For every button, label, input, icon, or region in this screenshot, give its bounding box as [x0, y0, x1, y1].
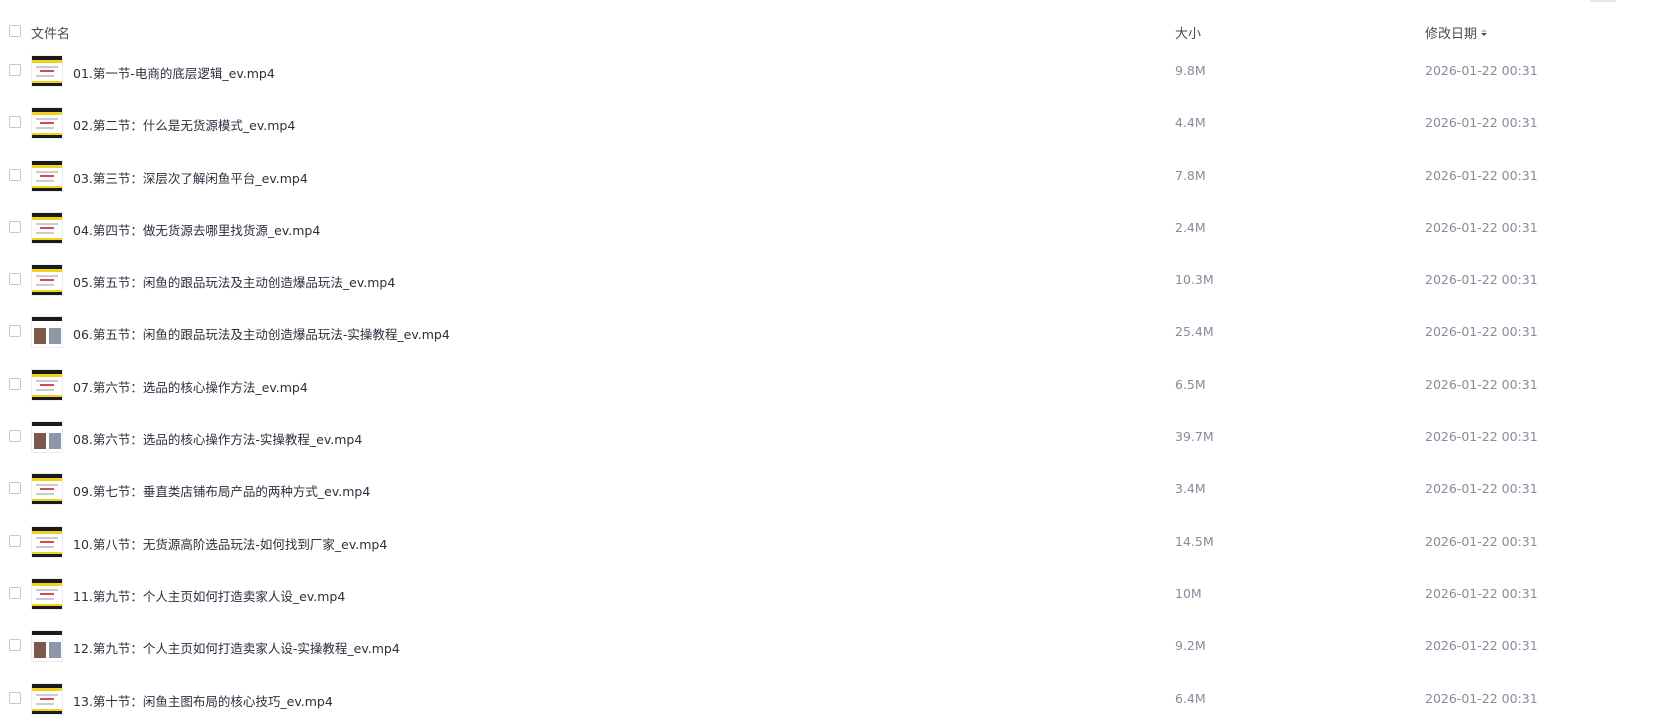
- file-row[interactable]: 03.第三节：深层次了解闲鱼平台_ev.mp4 7.8M 2026-01-22 00…: [0, 151, 1669, 203]
- column-header-name[interactable]: 文件名: [31, 23, 70, 42]
- video-thumbnail-icon[interactable]: [31, 159, 63, 192]
- file-size: 9.8M: [1175, 63, 1206, 78]
- file-row[interactable]: 07.第六节：选品的核心操作方法_ev.mp4 6.5M 2026-01-22 00…: [0, 360, 1669, 412]
- file-modified-date: 2026-01-22 00:31: [1425, 324, 1538, 340]
- file-modified-date: 2026-01-22 00:31: [1425, 638, 1538, 654]
- file-modified-date: 2026-01-22 00:31: [1425, 429, 1538, 445]
- file-size: 7.8M: [1175, 167, 1206, 183]
- scroll-indicator[interactable]: [1590, 0, 1616, 2]
- video-thumbnail-icon[interactable]: [31, 525, 63, 558]
- video-thumbnail-icon[interactable]: [31, 316, 63, 349]
- file-size: 10M: [1175, 585, 1202, 601]
- file-list: 文件名 大小 修改日期 01.第一节-电商的底层逻辑_ev.mp4 9.8M 202…: [0, 0, 1669, 724]
- video-thumbnail-icon[interactable]: [31, 421, 63, 454]
- file-name[interactable]: 12.第九节：个人主页如何打造卖家人设-实操教程_ev.mp4: [73, 638, 400, 657]
- file-modified-date: 2026-01-22 00:31: [1425, 585, 1538, 601]
- file-name[interactable]: 06.第五节：闲鱼的跟品玩法及主动创造爆品玩法-实操教程_ev.mp4: [73, 324, 450, 343]
- file-size: 2.4M: [1175, 219, 1206, 235]
- column-header-date[interactable]: 修改日期: [1425, 23, 1488, 42]
- select-all-checkbox[interactable]: [9, 25, 21, 37]
- file-size: 39.7M: [1175, 429, 1214, 445]
- file-row[interactable]: 06.第五节：闲鱼的跟品玩法及主动创造爆品玩法-实操教程_ev.mp4 25.4M…: [0, 307, 1669, 359]
- column-header-size[interactable]: 大小: [1175, 23, 1201, 42]
- video-thumbnail-icon[interactable]: [31, 55, 63, 87]
- file-row[interactable]: 01.第一节-电商的底层逻辑_ev.mp4 9.8M 2026-01-22 00:3…: [0, 46, 1669, 98]
- video-thumbnail-icon[interactable]: [31, 577, 63, 610]
- row-checkbox[interactable]: [9, 220, 21, 233]
- file-modified-date: 2026-01-22 00:31: [1425, 481, 1538, 497]
- file-size: 6.4M: [1175, 690, 1206, 706]
- row-checkbox[interactable]: [9, 691, 21, 704]
- column-header-date-label: 修改日期: [1425, 27, 1478, 42]
- file-name[interactable]: 11.第九节：个人主页如何打造卖家人设_ev.mp4: [73, 586, 345, 605]
- file-name[interactable]: 07.第六节：选品的核心操作方法_ev.mp4: [73, 377, 308, 396]
- list-header: 文件名 大小 修改日期: [0, 14, 1669, 48]
- file-row[interactable]: 11.第九节：个人主页如何打造卖家人设_ev.mp4 10M 2026-01-22 …: [0, 569, 1669, 621]
- file-modified-date: 2026-01-22 00:31: [1425, 115, 1538, 131]
- video-thumbnail-icon[interactable]: [31, 264, 63, 297]
- video-thumbnail-icon[interactable]: [31, 682, 63, 715]
- row-checkbox[interactable]: [9, 64, 21, 76]
- file-size: 10.3M: [1175, 272, 1214, 288]
- file-name[interactable]: 04.第四节：做无货源去哪里找货源_ev.mp4: [73, 220, 320, 239]
- video-thumbnail-icon[interactable]: [31, 211, 63, 244]
- video-thumbnail-icon[interactable]: [31, 107, 63, 140]
- file-name[interactable]: 03.第三节：深层次了解闲鱼平台_ev.mp4: [73, 168, 308, 187]
- file-size: 4.4M: [1175, 115, 1206, 131]
- sort-icon[interactable]: [1481, 29, 1488, 36]
- row-checkbox[interactable]: [9, 325, 21, 338]
- file-row[interactable]: 08.第六节：选品的核心操作方法-实操教程_ev.mp4 39.7M 2026-01…: [0, 412, 1669, 464]
- row-checkbox[interactable]: [9, 168, 21, 181]
- row-checkbox[interactable]: [9, 534, 21, 547]
- row-checkbox[interactable]: [9, 639, 21, 652]
- file-name[interactable]: 08.第六节：选品的核心操作方法-实操教程_ev.mp4: [73, 429, 362, 448]
- file-modified-date: 2026-01-22 00:31: [1425, 533, 1538, 549]
- file-name[interactable]: 10.第八节：无货源高阶选品玩法-如何找到厂家_ev.mp4: [73, 534, 387, 553]
- row-checkbox[interactable]: [9, 116, 21, 129]
- file-name[interactable]: 09.第七节：垂直类店铺布局产品的两种方式_ev.mp4: [73, 481, 370, 500]
- file-name[interactable]: 02.第二节：什么是无货源模式_ev.mp4: [73, 115, 295, 134]
- video-thumbnail-icon[interactable]: [31, 630, 63, 663]
- file-modified-date: 2026-01-22 00:31: [1425, 167, 1538, 183]
- file-size: 3.4M: [1175, 481, 1206, 497]
- file-size: 6.5M: [1175, 376, 1206, 392]
- row-checkbox[interactable]: [9, 482, 21, 495]
- file-row[interactable]: 04.第四节：做无货源去哪里找货源_ev.mp4 2.4M 2026-01-22 0…: [0, 203, 1669, 255]
- file-size: 9.2M: [1175, 638, 1206, 654]
- file-modified-date: 2026-01-22 00:31: [1425, 219, 1538, 235]
- file-row[interactable]: 05.第五节：闲鱼的跟品玩法及主动创造爆品玩法_ev.mp4 10.3M 2026-…: [0, 255, 1669, 307]
- file-size: 25.4M: [1175, 324, 1214, 340]
- file-row[interactable]: 12.第九节：个人主页如何打造卖家人设-实操教程_ev.mp4 9.2M 2026-…: [0, 621, 1669, 673]
- video-thumbnail-icon[interactable]: [31, 368, 63, 401]
- file-name[interactable]: 13.第十节：闲鱼主图布局的核心技巧_ev.mp4: [73, 691, 333, 710]
- file-row[interactable]: 10.第八节：无货源高阶选品玩法-如何找到厂家_ev.mp4 14.5M 2026-…: [0, 517, 1669, 569]
- row-checkbox[interactable]: [9, 586, 21, 599]
- file-rows: 01.第一节-电商的底层逻辑_ev.mp4 9.8M 2026-01-22 00:3…: [0, 46, 1669, 724]
- file-name[interactable]: 05.第五节：闲鱼的跟品玩法及主动创造爆品玩法_ev.mp4: [73, 272, 395, 291]
- file-name[interactable]: 01.第一节-电商的底层逻辑_ev.mp4: [73, 63, 275, 82]
- file-row[interactable]: 09.第七节：垂直类店铺布局产品的两种方式_ev.mp4 3.4M 2026-01-…: [0, 464, 1669, 516]
- file-modified-date: 2026-01-22 00:31: [1425, 376, 1538, 392]
- file-modified-date: 2026-01-22 00:31: [1425, 690, 1538, 706]
- file-row[interactable]: 13.第十节：闲鱼主图布局的核心技巧_ev.mp4 6.4M 2026-01-22 …: [0, 674, 1669, 724]
- file-modified-date: 2026-01-22 00:31: [1425, 63, 1538, 78]
- video-thumbnail-icon[interactable]: [31, 473, 63, 506]
- row-checkbox[interactable]: [9, 273, 21, 286]
- file-modified-date: 2026-01-22 00:31: [1425, 272, 1538, 288]
- file-size: 14.5M: [1175, 533, 1214, 549]
- row-checkbox[interactable]: [9, 430, 21, 443]
- file-row[interactable]: 02.第二节：什么是无货源模式_ev.mp4 4.4M 2026-01-22 00:…: [0, 98, 1669, 150]
- row-checkbox[interactable]: [9, 377, 21, 390]
